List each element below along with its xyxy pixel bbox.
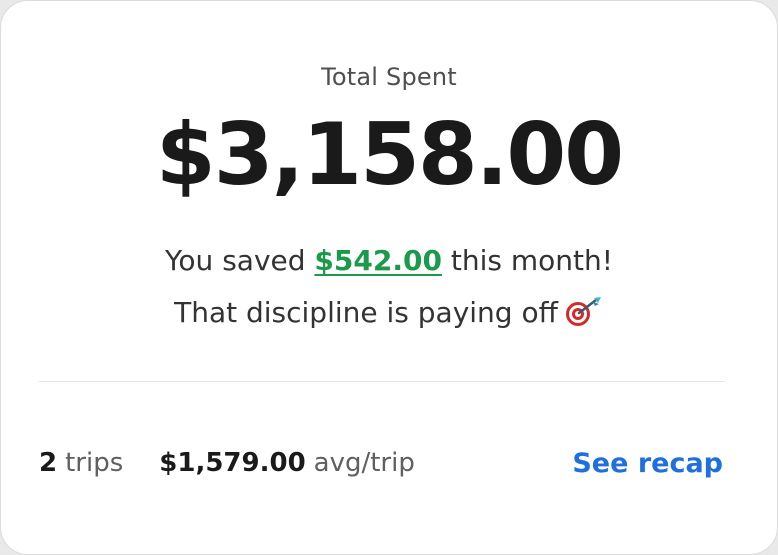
see-recap-link[interactable]: See recap — [572, 448, 723, 479]
trips-label: trips — [65, 448, 124, 478]
spending-summary-card: Total Spent $3,158.00 You saved $542.00 … — [0, 0, 778, 555]
direct-hit-target-icon — [564, 296, 604, 328]
savings-suffix: this month! — [450, 244, 613, 277]
encouragement-message: That discipline is paying off — [1, 295, 777, 331]
avg-per-trip-label: avg/trip — [313, 448, 415, 478]
savings-message: You saved $542.00 this month! — [1, 243, 777, 279]
total-spent-label: Total Spent — [321, 63, 457, 91]
trips-count: 2 — [39, 448, 58, 478]
avg-per-trip-amount: $1,579.00 — [159, 448, 306, 478]
savings-prefix: You saved — [165, 244, 306, 277]
trip-stats-footer: 2 trips $1,579.00 avg/trip See recap — [39, 441, 723, 485]
encouragement-text: That discipline is paying off — [174, 296, 558, 329]
total-spent-amount: $3,158.00 — [155, 105, 624, 205]
section-divider — [39, 381, 725, 382]
trips-stat: 2 trips — [39, 448, 123, 478]
avg-per-trip-stat: $1,579.00 avg/trip — [159, 448, 415, 478]
saved-amount-link[interactable]: $542.00 — [314, 244, 442, 277]
